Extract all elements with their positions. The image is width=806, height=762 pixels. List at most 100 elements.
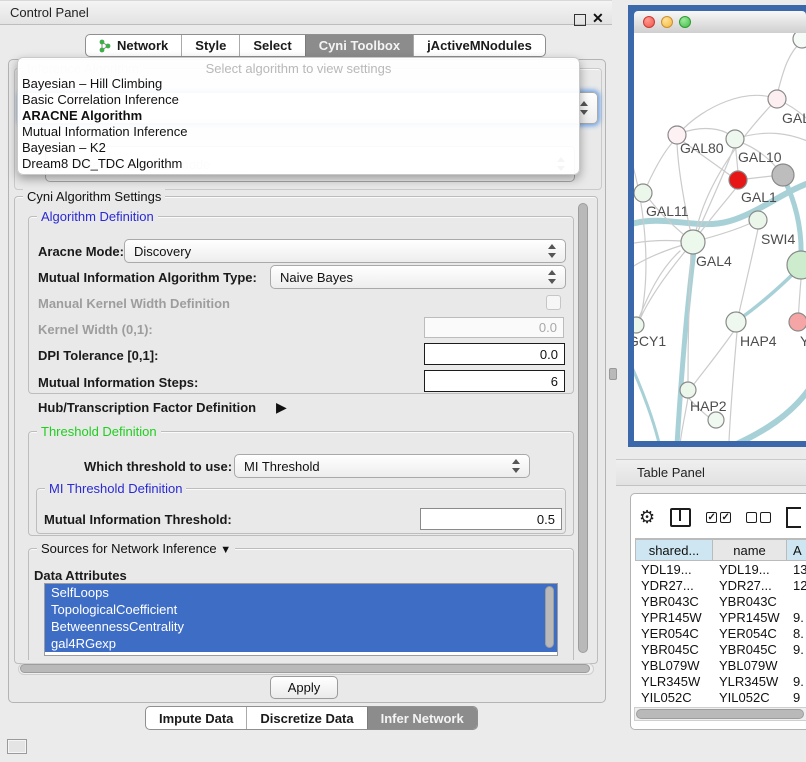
table-row[interactable]: YER054CYER054C8.: [635, 625, 806, 641]
table-row[interactable]: YBR043CYBR043C: [635, 593, 806, 609]
table-row[interactable]: YPR145WYPR145W9.: [635, 609, 806, 625]
network-node-gal10[interactable]: [726, 130, 744, 148]
table-row[interactable]: YBL079WYBL079W: [635, 657, 806, 673]
attribute-list-scrollbar[interactable]: [545, 586, 554, 648]
expand-arrow-icon[interactable]: ▶: [276, 399, 287, 416]
tab-infer-network[interactable]: Infer Network: [367, 707, 477, 729]
mi-algorithm-type-combo[interactable]: Naive Bayes: [270, 265, 566, 289]
data-attribute-item[interactable]: SelfLoops: [45, 584, 557, 601]
tab-discretize-data[interactable]: Discretize Data: [246, 707, 366, 729]
table-cell: YLR345W: [715, 674, 793, 689]
mi-threshold-definition-title: MI Threshold Definition: [45, 481, 186, 496]
algorithm-select-popup: Select algorithm to view settings Bayesi…: [17, 57, 580, 175]
table-cell: YPR145W: [635, 610, 715, 625]
tab-jactivemnodules[interactable]: jActiveMNodules: [413, 35, 545, 56]
settings-horizontal-scrollbar[interactable]: [20, 664, 590, 673]
close-icon[interactable]: ✕: [592, 10, 604, 27]
which-threshold-value: MI Threshold: [244, 459, 320, 474]
network-edge: [730, 385, 806, 441]
infer-tabbar: Impute DataDiscretize DataInfer Network: [145, 706, 478, 730]
sources-title-text: Sources for Network Inference: [41, 541, 217, 556]
algorithm-option[interactable]: ARACNE Algorithm: [18, 108, 579, 124]
network-node-y[interactable]: [789, 313, 806, 331]
algorithm-popup-list: Bayesian – Hill ClimbingBasic Correlatio…: [18, 76, 579, 172]
dpi-tolerance-field[interactable]: 0.0: [424, 343, 565, 365]
network-node-label: GAL1: [741, 189, 777, 205]
close-traffic-light-icon[interactable]: [643, 16, 655, 28]
collapse-arrow-icon[interactable]: ▼: [220, 544, 231, 556]
algorithm-option[interactable]: Dream8 DC_TDC Algorithm: [18, 156, 579, 172]
network-node-label: SWI4: [761, 231, 795, 247]
mi-steps-field[interactable]: 6: [424, 370, 565, 392]
settings-vertical-scrollbar[interactable]: [578, 203, 588, 653]
network-view-window: GALGAL80GAL10GAL1GAL11SWI4GAL4GCY1HAP4YH…: [628, 5, 806, 447]
network-node[interactable]: [793, 33, 806, 48]
tab-style[interactable]: Style: [181, 35, 239, 56]
data-attributes-list[interactable]: SelfLoopsTopologicalCoefficientBetweenne…: [44, 583, 558, 656]
table-row[interactable]: YDR27...YDR27...12: [635, 577, 806, 593]
which-threshold-combo[interactable]: MI Threshold: [234, 454, 530, 478]
hub-tf-definition-label[interactable]: Hub/Transcription Factor Definition: [38, 400, 256, 415]
data-attribute-item[interactable]: BetweennessCentrality: [45, 618, 557, 635]
network-canvas[interactable]: GALGAL80GAL10GAL1GAL11SWI4GAL4GCY1HAP4YH…: [634, 33, 806, 441]
float-window-icon[interactable]: [574, 14, 586, 26]
table-column-header[interactable]: name: [713, 539, 787, 561]
table-cell: YER054C: [715, 626, 793, 641]
network-node-swi4[interactable]: [749, 211, 767, 229]
table-column-header[interactable]: A: [787, 539, 806, 561]
table-cell: 9: [793, 690, 806, 705]
network-node-gal[interactable]: [768, 90, 786, 108]
unselect-all-columns-icon[interactable]: ✓✓: [746, 512, 771, 523]
algorithm-option[interactable]: Bayesian – Hill Climbing: [18, 76, 579, 92]
network-node-gal4[interactable]: [681, 230, 705, 254]
minimize-traffic-light-icon[interactable]: [661, 16, 673, 28]
network-node-label: GAL: [782, 110, 806, 126]
control-panel-tabbar: Network Style SelectCyni ToolboxjActiveMNo…: [85, 34, 546, 57]
tab-cyni-toolbox[interactable]: Cyni Toolbox: [305, 35, 413, 56]
panel-splitter-handle[interactable]: [609, 368, 617, 380]
network-node-gal11[interactable]: [634, 184, 652, 202]
apply-button-label: Apply: [288, 680, 321, 695]
network-node-gal1[interactable]: [729, 171, 747, 189]
tab-network[interactable]: Network: [86, 35, 181, 56]
data-attribute-item[interactable]: gal4RGexp: [45, 635, 557, 652]
apply-button[interactable]: Apply: [270, 676, 338, 699]
new-table-icon[interactable]: [786, 507, 801, 528]
collapsed-panel-icon[interactable]: [7, 739, 27, 754]
network-node-hap2[interactable]: [680, 382, 696, 398]
gear-icon[interactable]: ⚙: [639, 507, 655, 528]
zoom-traffic-light-icon[interactable]: [679, 16, 691, 28]
manual-kernel-width-checkbox[interactable]: [546, 295, 561, 310]
table-cell: YIL052C: [635, 690, 715, 705]
algorithm-option[interactable]: Basic Correlation Inference: [18, 92, 579, 108]
table-cell: YBR043C: [715, 594, 793, 609]
tab-impute-data[interactable]: Impute Data: [146, 707, 246, 729]
table-cell: 9.: [793, 610, 806, 625]
network-edge: [681, 95, 777, 131]
network-node-gcy1[interactable]: [634, 317, 644, 333]
data-attribute-item[interactable]: TopologicalCoefficient: [45, 601, 557, 618]
mi-threshold-field[interactable]: 0.5: [420, 508, 562, 530]
algorithm-option[interactable]: Mutual Information Inference: [18, 124, 579, 140]
network-node-hap4[interactable]: [726, 312, 746, 332]
table-horizontal-scrollbar[interactable]: [636, 709, 804, 719]
tab-select[interactable]: Select: [239, 35, 304, 56]
table-row[interactable]: YDL19...YDL19...13: [635, 561, 806, 577]
table-cell: YIL052C: [715, 690, 793, 705]
table-cell: YBR045C: [715, 642, 793, 657]
table-cell: 9.: [793, 674, 806, 689]
table-row[interactable]: YLR345WYLR345W9.: [635, 673, 806, 689]
table-row[interactable]: YBR045CYBR045C9.: [635, 641, 806, 657]
aracne-mode-combo[interactable]: Discovery: [124, 239, 566, 263]
split-columns-icon[interactable]: [670, 508, 691, 527]
network-edge: [696, 99, 777, 231]
network-node-label: HAP4: [740, 333, 777, 349]
table-column-header[interactable]: shared...: [635, 539, 713, 561]
network-node[interactable]: [708, 412, 724, 428]
tab-label: Style: [195, 38, 226, 53]
select-all-columns-icon[interactable]: ✓✓: [706, 512, 731, 523]
table-cell: YBR045C: [635, 642, 715, 657]
network-node[interactable]: [772, 164, 794, 186]
table-row[interactable]: YIL052CYIL052C9: [635, 689, 806, 705]
algorithm-option[interactable]: Bayesian – K2: [18, 140, 579, 156]
